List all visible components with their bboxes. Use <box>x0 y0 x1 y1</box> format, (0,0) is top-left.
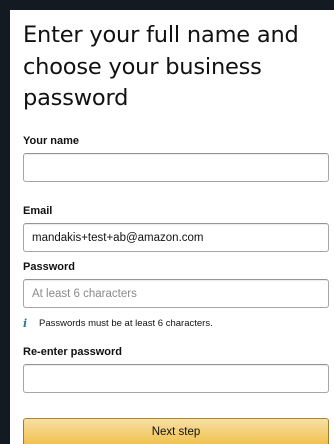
password-label: Password <box>23 261 75 273</box>
form-content: Enter your full name and choose your bus… <box>23 10 330 444</box>
reenter-password-group: Re-enter password <box>23 346 329 393</box>
name-input[interactable] <box>23 153 329 182</box>
password-input[interactable] <box>23 279 329 308</box>
reenter-password-input[interactable] <box>23 364 329 393</box>
password-hint-text: Passwords must be at least 6 characters. <box>39 318 213 329</box>
info-icon: i <box>23 317 28 330</box>
email-label: Email <box>23 205 53 217</box>
page-title: Enter your full name and choose your bus… <box>23 22 299 111</box>
reenter-password-label: Re-enter password <box>23 346 123 358</box>
sign-up-card: Enter your full name and choose your bus… <box>10 10 334 444</box>
name-label: Your name <box>23 135 80 147</box>
name-group: Your name <box>23 135 329 182</box>
email-input[interactable] <box>23 223 329 252</box>
email-group: Email <box>23 205 329 252</box>
password-hint: i Passwords must be at least 6 character… <box>23 317 213 330</box>
password-group: Password <box>23 261 329 308</box>
next-step-button[interactable]: Next step <box>23 418 329 444</box>
